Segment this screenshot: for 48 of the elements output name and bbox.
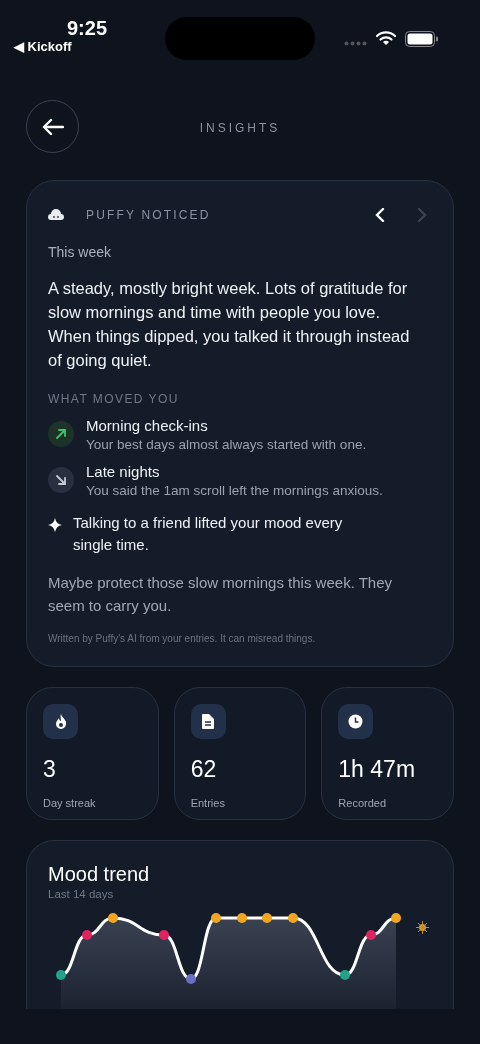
mood-point: [186, 974, 196, 984]
status-time: 9:25: [67, 18, 108, 38]
stat-value: 62: [190, 755, 218, 783]
document-icon: [202, 714, 215, 729]
battery-icon: [405, 31, 438, 47]
mood-point: [391, 913, 401, 923]
mood-point: [82, 930, 92, 940]
back-to-app-link[interactable]: ◀ Kickoff: [14, 40, 72, 53]
wifi-icon: [376, 31, 396, 46]
factor-detail: Your best days almost always started with one.: [86, 436, 367, 454]
cloud-icon: [48, 209, 64, 221]
mood-point: [56, 970, 66, 980]
mood-point: [340, 970, 350, 980]
sun-icon: [416, 921, 429, 934]
period-label: This week: [48, 243, 113, 262]
page-title: INSIGHTS: [198, 120, 282, 137]
highlight-text: Talking to a friend lifted your mood every single time.: [73, 513, 344, 555]
stat-label: Day streak: [43, 796, 97, 811]
back-arrow-icon: [41, 117, 64, 136]
factor-title: Morning check-ins: [86, 416, 209, 436]
cellular-signal-icon: [344, 41, 368, 46]
mood-point: [366, 930, 376, 940]
stat-label: Recorded: [338, 796, 388, 811]
stat-label: Entries: [190, 796, 226, 811]
clock-icon: [348, 714, 364, 729]
factor-title: Late nights: [86, 462, 161, 482]
mood-point: [237, 913, 247, 923]
chevron-left-icon: [375, 208, 385, 222]
card-subtitle: Last 14 days: [48, 887, 115, 902]
mood-point: [262, 913, 272, 923]
summary-text: A steady, mostly bright week. Lots of gratitude for slow mornings and time with people you love. When things dipped, you talked it through instead of going quiet.: [48, 278, 411, 371]
trend-up-icon: [48, 421, 74, 447]
suggestion-text: Maybe protect those slow mornings this week. They seem to carry you.: [48, 573, 394, 616]
mood-point: [211, 913, 221, 923]
stat-value: 1h 47m: [338, 755, 417, 783]
mood-point: [288, 913, 298, 923]
section-title: WHAT MOVED YOU: [48, 391, 180, 408]
mood-point: [108, 913, 118, 923]
factor-detail: You said the 1am scroll left the mornings anxious.: [86, 482, 383, 500]
chevron-right-icon: [417, 208, 427, 222]
stat-value: 3: [43, 755, 57, 783]
flame-icon: [54, 714, 67, 729]
sparkle-icon: [48, 518, 62, 532]
trend-down-icon: [48, 467, 74, 493]
card-title: Mood trend: [48, 862, 151, 886]
mood-point: [159, 930, 169, 940]
disclaimer-text: Written by Puffy's AI from your entries. It can misread things.: [48, 632, 317, 646]
card-label: PUFFY NOTICED: [86, 207, 211, 224]
